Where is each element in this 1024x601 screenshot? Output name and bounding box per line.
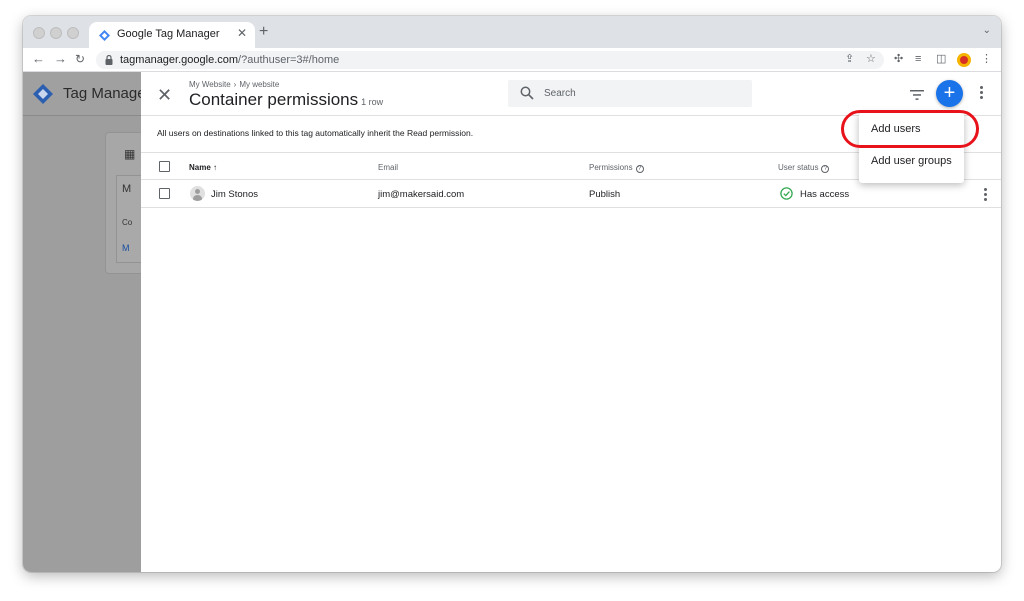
background-card-link: M bbox=[122, 243, 130, 253]
gtm-logo-icon bbox=[33, 84, 53, 104]
building-icon: ▦ bbox=[124, 147, 136, 161]
column-header-user-status-label: User status bbox=[778, 163, 819, 172]
lock-icon bbox=[105, 55, 113, 65]
user-email: jim@makersaid.com bbox=[378, 189, 465, 200]
menu-item-add-user-groups[interactable]: Add user groups bbox=[859, 145, 964, 177]
tab-close-icon[interactable]: ✕ bbox=[237, 26, 247, 40]
inherit-permission-notice: All users on destinations linked to this… bbox=[157, 128, 474, 138]
column-header-email[interactable]: Email bbox=[378, 163, 398, 172]
column-header-user-status[interactable]: User status? bbox=[778, 163, 830, 173]
address-bar[interactable]: tagmanager.google.com/?authuser=3#/home bbox=[96, 51, 884, 69]
browser-tab[interactable]: Google Tag Manager ✕ bbox=[89, 22, 255, 48]
back-arrow-icon[interactable]: ← bbox=[32, 51, 45, 67]
background-card-letter: M bbox=[122, 183, 132, 195]
add-button[interactable]: + bbox=[936, 80, 963, 107]
tab-title: Google Tag Manager bbox=[117, 28, 220, 40]
browser-window: Google Tag Manager ✕ + ⌄ ← → ↻ tagmanage… bbox=[23, 16, 1001, 572]
user-permission: Publish bbox=[589, 189, 621, 200]
annotation-highlight-oval bbox=[841, 110, 979, 148]
column-header-name[interactable]: Name ↑ bbox=[189, 163, 217, 172]
breadcrumb-container[interactable]: My website bbox=[239, 80, 279, 89]
column-header-permissions[interactable]: Permissions? bbox=[589, 163, 644, 173]
profile-avatar[interactable] bbox=[957, 53, 971, 67]
column-header-name-label: Name bbox=[189, 163, 211, 172]
filter-icon[interactable] bbox=[910, 90, 924, 100]
search-box bbox=[508, 80, 752, 107]
close-window-button[interactable] bbox=[33, 27, 45, 39]
row-checkbox[interactable] bbox=[159, 188, 170, 199]
url-text: tagmanager.google.com/?authuser=3#/home bbox=[120, 54, 339, 66]
more-options-icon[interactable] bbox=[977, 86, 985, 102]
url-host: tagmanager.google.com bbox=[120, 54, 239, 66]
close-icon[interactable]: ✕ bbox=[157, 86, 172, 104]
url-path: /?authuser=3#/home bbox=[238, 54, 340, 66]
background-card: ▦ M Co M bbox=[105, 132, 146, 274]
browser-menu-icon[interactable]: ⋮ bbox=[981, 52, 992, 66]
sort-arrow-up-icon: ↑ bbox=[213, 163, 218, 172]
bookmark-star-icon[interactable]: ☆ bbox=[866, 52, 876, 66]
reload-icon[interactable]: ↻ bbox=[75, 51, 85, 67]
user-name: Jim Stonos bbox=[211, 189, 258, 200]
user-avatar-icon bbox=[190, 186, 205, 201]
plus-icon: + bbox=[943, 82, 956, 104]
minimize-window-button[interactable] bbox=[50, 27, 62, 39]
table-row[interactable]: Jim Stonos jim@makersaid.com Publish Has… bbox=[141, 180, 1001, 208]
breadcrumb: My Website › My website bbox=[189, 80, 279, 89]
tab-strip: Google Tag Manager ✕ + ⌄ bbox=[23, 16, 1001, 48]
breadcrumb-account[interactable]: My Website bbox=[189, 80, 231, 89]
tab-search-chevron-icon[interactable]: ⌄ bbox=[983, 25, 991, 36]
extensions-icon[interactable]: ✣ bbox=[894, 52, 903, 66]
gtm-favicon-icon bbox=[99, 30, 110, 41]
share-icon[interactable]: ⇪ bbox=[845, 52, 854, 66]
background-card-label: Co bbox=[122, 218, 133, 227]
search-icon bbox=[520, 86, 534, 100]
zoom-window-button[interactable] bbox=[67, 27, 79, 39]
help-icon[interactable]: ? bbox=[821, 165, 830, 173]
browser-toolbar: ← → ↻ tagmanager.google.com/?authuser=3#… bbox=[23, 48, 1001, 72]
reading-list-icon[interactable]: ≡ bbox=[915, 52, 921, 66]
page-title: Container permissions 1 row bbox=[189, 90, 383, 110]
new-tab-icon[interactable]: + bbox=[259, 24, 268, 40]
search-input[interactable] bbox=[544, 84, 740, 103]
breadcrumb-separator: › bbox=[233, 80, 237, 89]
gtm-app-name: Tag Manage bbox=[63, 85, 146, 102]
check-circle-icon bbox=[780, 187, 793, 200]
page-title-text: Container permissions bbox=[189, 90, 359, 109]
column-header-permissions-label: Permissions bbox=[589, 163, 633, 172]
help-icon[interactable]: ? bbox=[635, 165, 644, 173]
row-count: 1 row bbox=[361, 97, 384, 107]
row-more-options-icon[interactable] bbox=[981, 188, 989, 202]
user-status: Has access bbox=[800, 189, 850, 200]
select-all-checkbox[interactable] bbox=[159, 161, 170, 172]
forward-arrow-icon[interactable]: → bbox=[54, 51, 67, 67]
side-panel-icon[interactable]: ◫ bbox=[936, 52, 946, 66]
gtm-header: Tag Manage bbox=[23, 72, 146, 116]
